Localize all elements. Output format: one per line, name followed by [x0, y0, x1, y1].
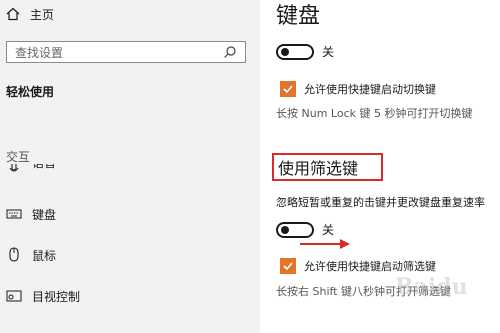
- filter-keys-heading: 使用筛选键: [278, 159, 359, 178]
- toggle-knob: [281, 47, 289, 56]
- checkbox-label: 允许使用快捷键启动筛选键: [304, 260, 436, 273]
- group-label: 交互: [6, 150, 31, 164]
- home-label: 主页: [30, 7, 55, 22]
- search-input[interactable]: 查找设置: [6, 41, 246, 63]
- red-arrow-annotation: [300, 239, 350, 249]
- toggle-knob: [281, 225, 289, 234]
- home-icon: [6, 7, 20, 21]
- watermark: Baidu: [395, 274, 468, 300]
- sidebar-item-label: 目视控制: [32, 289, 81, 304]
- filter-keys-shortcut-checkbox-row[interactable]: 允许使用快捷键启动筛选键: [280, 258, 436, 274]
- search-placeholder: 查找设置: [15, 45, 64, 60]
- toggle-state-label: 关: [322, 223, 335, 237]
- checkbox-checked[interactable]: [280, 258, 296, 274]
- toggle-keys-toggle-row[interactable]: 关: [276, 43, 334, 60]
- filter-keys-toggle-row[interactable]: 关: [276, 221, 334, 238]
- toggle-keys-hint: 长按 Num Lock 键 5 秒钟可打开切换键: [276, 107, 473, 120]
- filter-keys-switch[interactable]: [276, 221, 314, 238]
- page-title: 键盘: [276, 4, 321, 29]
- sidebar-item-label: 鼠标: [32, 248, 57, 263]
- section-title: 轻松使用: [6, 85, 55, 99]
- home-nav-item[interactable]: 主页: [6, 4, 54, 24]
- sidebar-item-label: 语音: [32, 164, 56, 171]
- toggle-state-label: 关: [322, 45, 335, 59]
- sidebar-item-keyboard[interactable]: 键盘: [6, 204, 56, 224]
- checkbox-checked[interactable]: [280, 81, 296, 97]
- keyboard-icon: [6, 206, 22, 222]
- filter-keys-heading-highlight: 使用筛选键: [272, 153, 383, 181]
- sidebar-item-label: 键盘: [32, 207, 57, 222]
- sidebar: 主页 查找设置 轻松使用 交互 语音 键盘 鼠标 目视控制: [0, 0, 260, 333]
- sidebar-item-eye-control[interactable]: 目视控制: [6, 286, 80, 306]
- mouse-icon: [6, 247, 22, 263]
- filter-keys-description: 忽略短暂或重复的击键并更改键盘重复速率: [276, 196, 485, 209]
- microphone-icon: [6, 164, 22, 178]
- toggle-keys-switch[interactable]: [276, 43, 314, 60]
- toggle-keys-shortcut-checkbox-row[interactable]: 允许使用快捷键启动切换键: [280, 81, 436, 97]
- sidebar-item-mouse[interactable]: 鼠标: [6, 245, 56, 265]
- search-icon[interactable]: [221, 43, 239, 61]
- eye-control-icon: [6, 288, 22, 304]
- checkbox-label: 允许使用快捷键启动切换键: [304, 83, 436, 96]
- sidebar-item-speech[interactable]: 语音: [6, 164, 56, 178]
